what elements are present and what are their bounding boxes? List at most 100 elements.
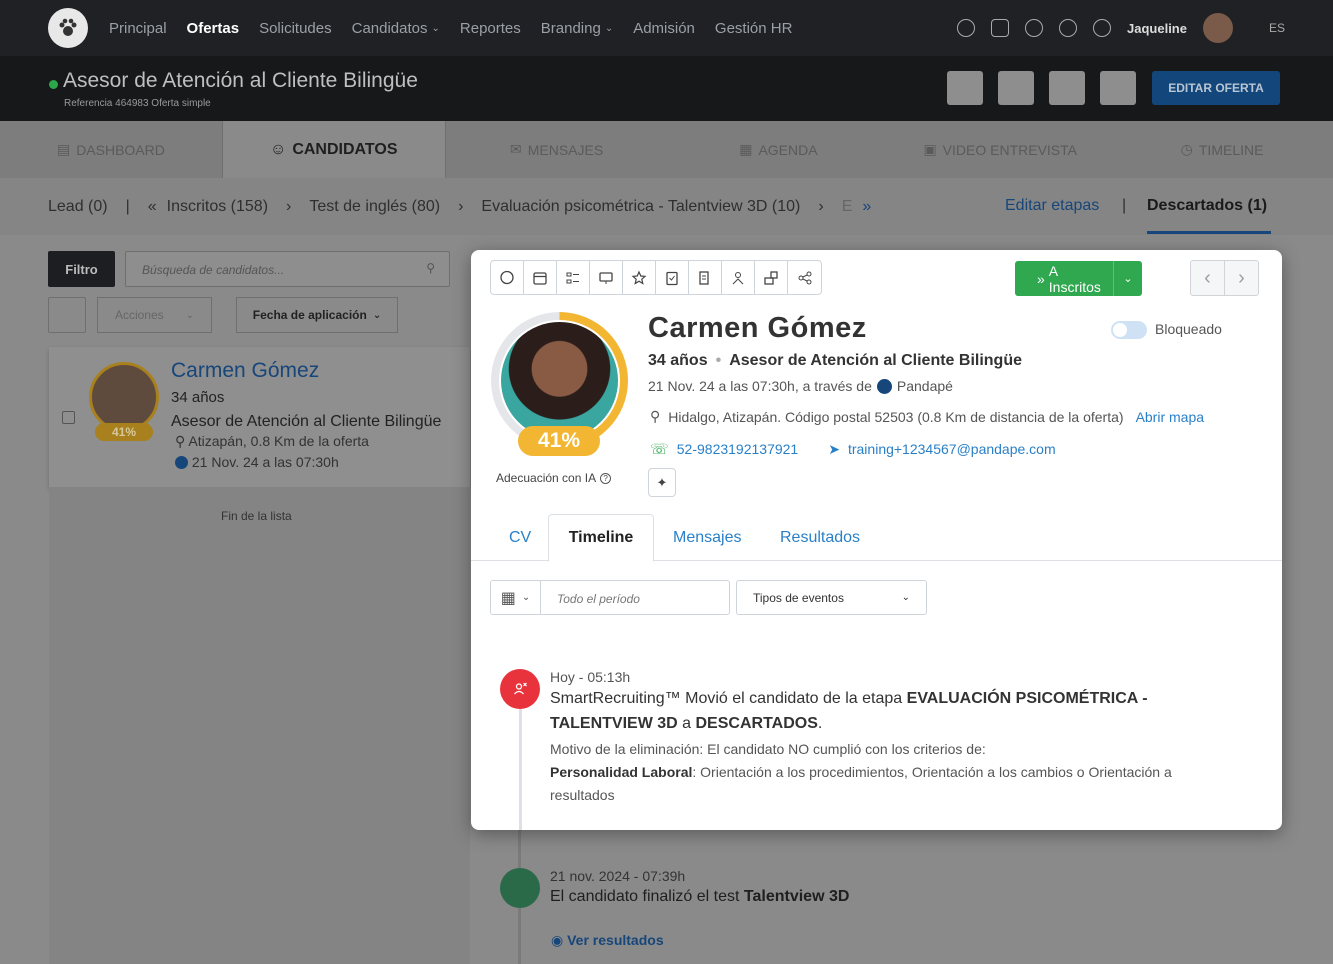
nav-candidatos-chevron-icon: ⌄ xyxy=(431,22,440,34)
chat-button[interactable] xyxy=(491,261,524,294)
separator: | xyxy=(125,197,130,215)
chevron-right-icon: › xyxy=(286,197,292,215)
move-stage-dropdown-toggle[interactable]: ⌄ xyxy=(1113,261,1142,296)
timeline-line xyxy=(519,688,522,830)
tab-label: AGENDA xyxy=(758,141,818,158)
preview-button[interactable] xyxy=(1100,71,1136,105)
stage-descartados[interactable]: Descartados (1) xyxy=(1147,197,1267,215)
help-icon[interactable]: ? xyxy=(600,472,612,484)
reason-a: Motivo de la eliminación: El candidato N… xyxy=(550,741,986,757)
tab-label: DASHBOARD xyxy=(76,141,165,158)
candidate-photo xyxy=(499,320,620,441)
nav-reportes[interactable]: Reportes xyxy=(460,20,521,37)
tab-candidatos[interactable]: ☺ CANDIDATOS xyxy=(221,121,446,178)
video-icon xyxy=(599,271,613,284)
help-icon[interactable] xyxy=(1093,19,1112,37)
stage-evaluacion[interactable]: Evaluación psicométrica - Talentview 3D … xyxy=(481,198,800,216)
chevron-down-icon: ⌄ xyxy=(185,309,195,321)
user-name[interactable]: Jaqueline xyxy=(1127,21,1187,36)
stage-test-ingles[interactable]: Test de inglés (80) xyxy=(309,198,440,216)
open-map-link[interactable]: Abrir mapa xyxy=(1136,409,1204,425)
candidate-name[interactable]: Carmen Gómez xyxy=(171,359,319,383)
nav-gestion-hr[interactable]: Gestión HR xyxy=(715,20,793,37)
video-interview-button[interactable] xyxy=(590,261,623,294)
user-avatar[interactable] xyxy=(1202,13,1233,43)
tab-mensajes[interactable]: ✉ MENSAJES xyxy=(446,121,668,178)
tab-resultados[interactable]: Resultados xyxy=(780,514,860,561)
double-chevron-left-icon[interactable]: « xyxy=(148,198,157,216)
end-of-list: Fin de la lista xyxy=(221,509,292,523)
share-button[interactable] xyxy=(788,261,821,294)
edit-offer-button[interactable]: EDITAR OFERTA xyxy=(1152,71,1280,105)
actions-dropdown[interactable]: Acciones ⌄ xyxy=(97,297,212,333)
users-icon: ☺ xyxy=(269,140,287,158)
move-to-stage-main[interactable]: » A Inscritos xyxy=(1015,263,1113,295)
candidate-age: 34 años xyxy=(171,389,225,406)
tab-dashboard[interactable]: ▤ DASHBOARD xyxy=(0,121,222,178)
blocked-toggle[interactable] xyxy=(1111,321,1147,339)
share-team-button[interactable] xyxy=(722,261,755,294)
candidate-search-input[interactable]: Búsqueda de candidatos... ⚲ xyxy=(125,251,450,287)
candidate-checkbox[interactable] xyxy=(62,411,75,424)
candidate-position: Asesor de Atención al Cliente Bilingüe xyxy=(729,352,1022,369)
favorite-button[interactable] xyxy=(623,261,656,294)
tab-timeline[interactable]: Timeline xyxy=(548,514,654,562)
event-text-d: DESCARTADOS xyxy=(695,715,818,732)
test-button[interactable] xyxy=(755,261,788,294)
nav-principal[interactable]: Principal xyxy=(109,20,167,37)
view-results-link[interactable]: ◉ Ver resultados xyxy=(551,932,664,949)
stage-lead[interactable]: Lead (0) xyxy=(48,198,108,216)
filter-button[interactable]: Filtro xyxy=(48,251,115,287)
chat-icon[interactable] xyxy=(957,19,976,37)
bell-icon[interactable] xyxy=(1025,19,1044,37)
nav-admision[interactable]: Admisión xyxy=(633,20,695,37)
add-candidate-button[interactable] xyxy=(947,71,983,105)
period-placeholder: Todo el período xyxy=(557,592,640,606)
language-selector[interactable]: ES xyxy=(1269,21,1285,35)
nav-solicitudes[interactable]: Solicitudes xyxy=(259,20,332,37)
period-input[interactable]: Todo el período xyxy=(540,580,730,615)
list-icon xyxy=(566,272,579,283)
schedule-button[interactable] xyxy=(524,261,557,294)
stage-truncated[interactable]: E xyxy=(842,198,853,216)
nav-branding-chevron-icon: ⌄ xyxy=(604,22,614,34)
nav-ofertas[interactable]: Ofertas xyxy=(187,20,240,37)
document-button[interactable] xyxy=(689,261,722,294)
sort-dropdown[interactable]: Fecha de aplicación ⌄ xyxy=(236,297,398,333)
tab-cv[interactable]: CV xyxy=(509,514,531,561)
email-link[interactable]: training+1234567@pandape.com xyxy=(848,441,1056,457)
move-to-stage-button[interactable]: » A Inscritos ⌄ xyxy=(1015,261,1142,296)
gear-icon[interactable] xyxy=(1059,19,1078,37)
stage-inscritos[interactable]: Inscritos (158) xyxy=(167,198,268,216)
candidate-date: 21 Nov. 24 a las 07:30h xyxy=(175,454,339,470)
nav-candidatos[interactable]: Candidatos xyxy=(352,20,428,37)
tab-video-entrevista[interactable]: ▣ VIDEO ENTREVISTA xyxy=(889,121,1111,178)
qr-code-button[interactable] xyxy=(998,71,1034,105)
application-source: Pandapé xyxy=(896,378,953,394)
phone-link[interactable]: 52-9823192137921 xyxy=(677,441,798,457)
candidate-list-empty-area xyxy=(49,487,470,964)
task-button[interactable] xyxy=(656,261,689,294)
date-range-button[interactable]: ▦ ⌄ xyxy=(490,580,541,615)
event-type-select[interactable]: Tipos de eventos ⌄ xyxy=(736,580,927,615)
nav-branding[interactable]: Branding xyxy=(541,20,601,37)
chart-icon: ▤ xyxy=(56,141,71,157)
checklist-button[interactable] xyxy=(557,261,590,294)
double-chevron-right-icon[interactable]: » xyxy=(862,198,871,216)
test-icon xyxy=(764,270,778,285)
candidate-card[interactable]: 41% Carmen Gómez 34 años Asesor de Atenc… xyxy=(49,347,470,487)
tag-icon: ✦ xyxy=(656,474,668,490)
print-button[interactable] xyxy=(1049,71,1085,105)
previous-candidate-button[interactable]: ‹ xyxy=(1191,261,1225,295)
tab-timeline[interactable]: ◷ TIMELINE xyxy=(1111,121,1333,178)
paw-logo-icon[interactable] xyxy=(48,8,88,48)
add-tag-button[interactable]: ✦ xyxy=(648,468,676,497)
select-all-checkbox[interactable] xyxy=(48,297,86,333)
calendar-icon[interactable] xyxy=(991,19,1010,37)
application-date: 21 Nov. 24 a las 07:30h, a través de xyxy=(648,378,872,394)
tab-agenda[interactable]: ▦ AGENDA xyxy=(667,121,889,178)
tab-mensajes[interactable]: Mensajes xyxy=(673,514,741,561)
edit-stages-link[interactable]: Editar etapas xyxy=(1005,197,1099,215)
whatsapp-icon: ☏ xyxy=(650,441,669,458)
next-candidate-button[interactable]: › xyxy=(1225,261,1258,295)
